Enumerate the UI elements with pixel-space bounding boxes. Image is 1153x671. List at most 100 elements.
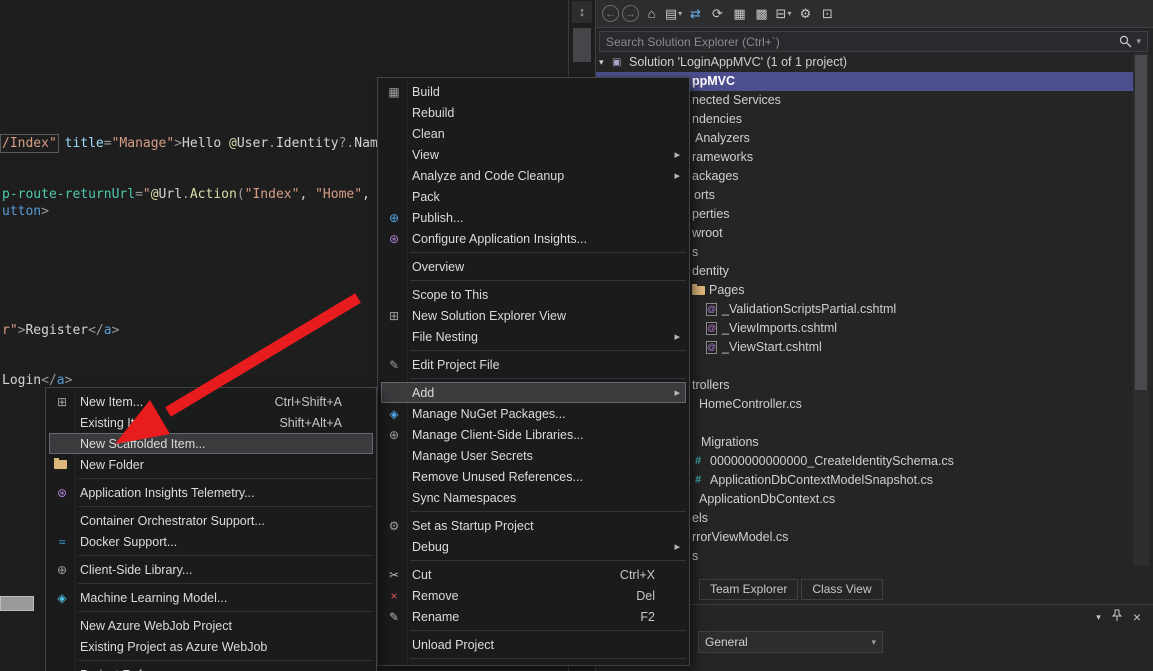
menu-item-new-azure-webjob-project[interactable]: New Azure WebJob Project xyxy=(46,615,376,636)
razor-icon: @ xyxy=(706,322,717,335)
menu-item-cut[interactable]: ✂CutCtrl+X xyxy=(378,564,689,585)
menu-item-existing-item[interactable]: Existing Item...Shift+Alt+A xyxy=(46,412,376,433)
menu-item-manage-nuget-packages[interactable]: ◈Manage NuGet Packages... xyxy=(378,403,689,424)
scrollbar-thumb[interactable] xyxy=(573,28,591,62)
code-token: Action xyxy=(190,187,237,202)
menu-item-label: View xyxy=(412,148,439,162)
menu-separator xyxy=(46,475,376,482)
code-token: Identity xyxy=(276,136,339,151)
code-token: "Manage" xyxy=(112,136,175,151)
menu-item-application-insights-telemetry[interactable]: ⊛Application Insights Telemetry... xyxy=(46,482,376,503)
rename-icon: ✎ xyxy=(385,610,403,624)
menu-item-view[interactable]: View ▸ xyxy=(378,144,689,165)
menu-item-clean[interactable]: Clean xyxy=(378,123,689,144)
tree-item-label: ppMVC xyxy=(692,72,735,91)
tree-item-label: els xyxy=(692,509,708,528)
menu-item-edit-project-file[interactable]: ✎Edit Project File xyxy=(378,354,689,375)
output-source-combo[interactable]: General ▾ xyxy=(698,631,883,653)
menu-item-manage-user-secrets[interactable]: Manage User Secrets xyxy=(378,445,689,466)
add-submenu: ⊞New Item...Ctrl+Shift+AExisting Item...… xyxy=(45,387,377,671)
menu-item-remove[interactable]: ×RemoveDel xyxy=(378,585,689,606)
menu-item-shortcut: Ctrl+Shift+A xyxy=(275,395,342,409)
menu-item-label: Manage NuGet Packages... xyxy=(412,407,566,421)
tab-team-explorer[interactable]: Team Explorer xyxy=(699,579,798,600)
scrollbar-thumb[interactable] xyxy=(1135,55,1147,390)
code-token: a xyxy=(104,323,112,338)
menu-item-pack[interactable]: Pack xyxy=(378,186,689,207)
pin-icon[interactable] xyxy=(1112,609,1122,625)
menu-item-configure-application-insights[interactable]: ⊛Configure Application Insights... xyxy=(378,228,689,249)
code-token: @ xyxy=(229,136,237,151)
new-view-icon: ⊞ xyxy=(385,309,403,323)
publish-icon: ⊕ xyxy=(385,211,403,225)
menu-item-label: Manage User Secrets xyxy=(412,449,533,463)
menu-item-rename[interactable]: ✎RenameF2 xyxy=(378,606,689,627)
tree-item-label: ndencies xyxy=(692,110,742,129)
menu-item-label: Edit Project File xyxy=(412,358,500,372)
menu-item-rebuild[interactable]: Rebuild xyxy=(378,102,689,123)
ml-model-icon: ◈ xyxy=(53,591,71,605)
client-lib-icon: ⊕ xyxy=(385,428,403,442)
menu-item-label: Add xyxy=(412,386,434,400)
tree-item-label: Pages xyxy=(709,281,744,300)
tree-item-label: Solution 'LoginAppMVC' (1 of 1 project) xyxy=(629,53,847,72)
horizontal-scrollbar-thumb[interactable] xyxy=(0,596,34,611)
tab-class-view[interactable]: Class View xyxy=(801,579,882,600)
menu-item-client-side-library[interactable]: ⊕Client-Side Library... xyxy=(46,559,376,580)
menu-item-manage-client-side-libraries[interactable]: ⊕Manage Client-Side Libraries... xyxy=(378,424,689,445)
menu-item-set-as-startup-project[interactable]: ⚙Set as Startup Project xyxy=(378,515,689,536)
menu-item-label: File Nesting xyxy=(412,330,478,344)
menu-item-project-reference[interactable]: Project Reference... xyxy=(46,664,376,671)
menu-item-sync-namespaces[interactable]: Sync Namespaces xyxy=(378,487,689,508)
menu-item-new-scaffolded-item[interactable]: New Scaffolded Item... xyxy=(49,433,373,454)
menu-item-docker-support[interactable]: ≈Docker Support... xyxy=(46,531,376,552)
client-lib-icon: ⊕ xyxy=(53,563,71,577)
menu-item-container-orchestrator-support[interactable]: Container Orchestrator Support... xyxy=(46,510,376,531)
output-source-value: General xyxy=(705,635,748,649)
menu-item-analyze-and-code-cleanup[interactable]: Analyze and Code Cleanup▸ xyxy=(378,165,689,186)
menu-item-overview[interactable]: Overview xyxy=(378,256,689,277)
folder-icon xyxy=(692,286,705,295)
code-token: </ xyxy=(41,373,57,388)
tree-item-label: s xyxy=(692,243,698,262)
code-line: /Index" title="Manage">Hello @User.Ident… xyxy=(2,136,386,152)
menu-item-add[interactable]: Add▸ xyxy=(381,382,686,403)
menu-item-debug[interactable]: Debug▸ xyxy=(378,536,689,557)
menu-separator xyxy=(378,375,689,382)
scrollbar-splitter-icon[interactable]: ↕ xyxy=(572,1,592,23)
code-token: @ xyxy=(151,187,159,202)
code-token: , xyxy=(299,187,315,202)
menu-item-label: Configure Application Insights... xyxy=(412,232,587,246)
solution-explorer-scrollbar[interactable] xyxy=(1133,53,1149,566)
submenu-arrow-icon: ▸ xyxy=(674,148,680,161)
menu-item-label: Analyze and Code Cleanup xyxy=(412,169,564,183)
expander-icon[interactable]: ▾ xyxy=(599,53,604,72)
code-token: > xyxy=(65,373,73,388)
code-token: = xyxy=(104,136,112,151)
menu-item-new-folder[interactable]: New Folder xyxy=(46,454,376,475)
menu-item-new-solution-explorer-view[interactable]: ⊞New Solution Explorer View xyxy=(378,305,689,326)
code-line: p-route-returnUrl="@Url.Action("Index", … xyxy=(2,187,393,203)
menu-item-unload-project[interactable]: Unload Project xyxy=(378,634,689,655)
tree-item-label: wroot xyxy=(692,224,723,243)
menu-item-build[interactable]: ▦Build xyxy=(378,81,689,102)
tree-item-label: ApplicationDbContext.cs xyxy=(699,490,835,509)
menu-item-remove-unused-references[interactable]: Remove Unused References... xyxy=(378,466,689,487)
menu-item-machine-learning-model[interactable]: ◈Machine Learning Model... xyxy=(46,587,376,608)
menu-item-scope-to-this[interactable]: Scope to This xyxy=(378,284,689,305)
tree-item-label: s xyxy=(692,547,698,566)
code-token: ?. xyxy=(339,136,355,151)
menu-item-publish[interactable]: ⊕ Publish... xyxy=(378,207,689,228)
razor-icon: @ xyxy=(706,341,717,354)
menu-item-file-nesting[interactable]: File Nesting▸ xyxy=(378,326,689,347)
menu-item-label: Publish... xyxy=(412,211,463,225)
tree-item-solution-loginappmvc-1-of-1-project[interactable]: ▾▣Solution 'LoginAppMVC' (1 of 1 project… xyxy=(596,53,1153,72)
menu-item-new-item[interactable]: ⊞New Item...Ctrl+Shift+A xyxy=(46,391,376,412)
menu-separator xyxy=(46,503,376,510)
menu-item-existing-project-as-azure-webjob[interactable]: Existing Project as Azure WebJob xyxy=(46,636,376,657)
tree-item-label: _ValidationScriptsPartial.cshtml xyxy=(722,300,896,319)
menu-item-label: Scope to This xyxy=(412,288,488,302)
close-icon[interactable]: × xyxy=(1133,609,1141,625)
window-position-icon[interactable]: ▾ xyxy=(1096,612,1101,623)
tree-item-label: Migrations xyxy=(701,433,759,452)
